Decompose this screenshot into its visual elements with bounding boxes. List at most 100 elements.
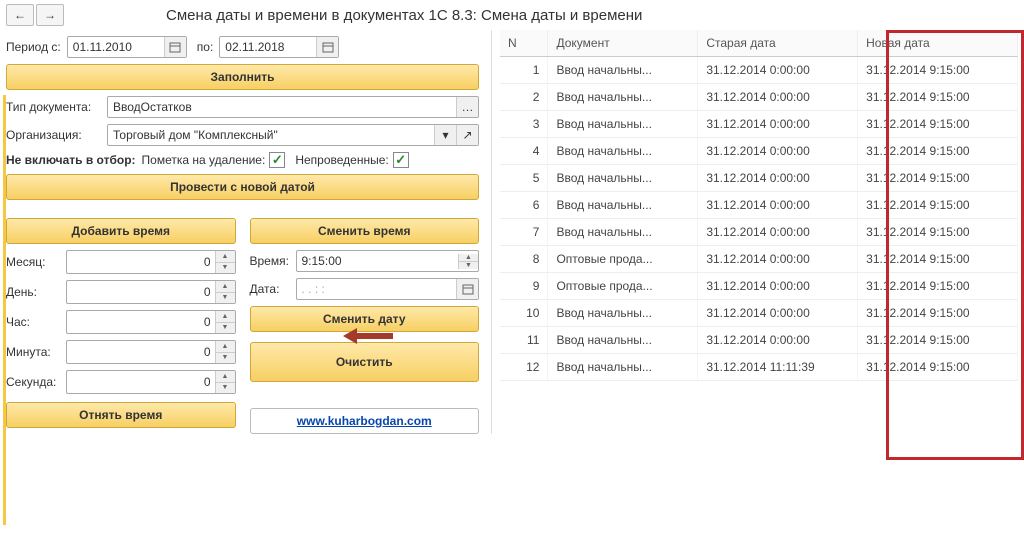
doc-type-input[interactable]: ВводОстатков … bbox=[107, 96, 479, 118]
unposted-checkbox[interactable]: ✓ bbox=[393, 152, 409, 168]
cell-old: 31.12.2014 0:00:00 bbox=[698, 111, 858, 138]
cell-old: 31.12.2014 0:00:00 bbox=[698, 192, 858, 219]
change-time-button[interactable]: Сменить время bbox=[250, 218, 480, 244]
cell-old: 31.12.2014 0:00:00 bbox=[698, 84, 858, 111]
table-row[interactable]: 1Ввод начальны...31.12.2014 0:00:0031.12… bbox=[500, 57, 1018, 84]
cell-doc: Ввод начальны... bbox=[548, 84, 698, 111]
cell-n: 10 bbox=[500, 300, 548, 327]
cell-doc: Ввод начальны... bbox=[548, 57, 698, 84]
cell-doc: Ввод начальны... bbox=[548, 165, 698, 192]
table-row[interactable]: 10Ввод начальны...31.12.2014 0:00:0031.1… bbox=[500, 300, 1018, 327]
cell-old: 31.12.2014 0:00:00 bbox=[698, 57, 858, 84]
calendar-icon[interactable] bbox=[164, 37, 186, 57]
table-row[interactable]: 5Ввод начальны...31.12.2014 0:00:0031.12… bbox=[500, 165, 1018, 192]
table-row[interactable]: 9Оптовые прода...31.12.2014 0:00:0031.12… bbox=[500, 273, 1018, 300]
dropdown-icon[interactable]: ▾ bbox=[434, 125, 456, 145]
month-stepper[interactable]: 0 ▲▼ bbox=[66, 250, 236, 274]
cell-n: 6 bbox=[500, 192, 548, 219]
cell-old: 31.12.2014 0:00:00 bbox=[698, 273, 858, 300]
ellipsis-icon[interactable]: … bbox=[456, 97, 478, 117]
cell-doc: Оптовые прода... bbox=[548, 246, 698, 273]
table-row[interactable]: 3Ввод начальны...31.12.2014 0:00:0031.12… bbox=[500, 111, 1018, 138]
spin-up-icon[interactable]: ▲ bbox=[216, 251, 235, 263]
period-to-input[interactable]: 02.11.2018 bbox=[219, 36, 339, 58]
table-row[interactable]: 2Ввод начальны...31.12.2014 0:00:0031.12… bbox=[500, 84, 1018, 111]
cell-new: 31.12.2014 9:15:00 bbox=[858, 354, 1018, 381]
cell-new: 31.12.2014 9:15:00 bbox=[858, 192, 1018, 219]
accent-strip bbox=[3, 95, 6, 525]
nav-forward-button[interactable]: → bbox=[36, 4, 64, 26]
col-doc-header[interactable]: Документ bbox=[548, 30, 698, 57]
cell-n: 4 bbox=[500, 138, 548, 165]
calendar-icon[interactable] bbox=[316, 37, 338, 57]
spin-up-icon[interactable]: ▲ bbox=[216, 311, 235, 323]
cell-new: 31.12.2014 9:15:00 bbox=[858, 84, 1018, 111]
cell-old: 31.12.2014 0:00:00 bbox=[698, 300, 858, 327]
table-row[interactable]: 6Ввод начальны...31.12.2014 0:00:0031.12… bbox=[500, 192, 1018, 219]
table-row[interactable]: 12Ввод начальны...31.12.2014 11:11:3931.… bbox=[500, 354, 1018, 381]
mark-delete-checkbox[interactable]: ✓ bbox=[269, 152, 285, 168]
col-old-header[interactable]: Старая дата bbox=[698, 30, 858, 57]
spin-up-icon[interactable]: ▲ bbox=[216, 281, 235, 293]
period-from-label: Период с: bbox=[6, 40, 61, 54]
col-n-header[interactable]: N bbox=[500, 30, 548, 57]
month-label: Месяц: bbox=[6, 255, 66, 269]
cell-new: 31.12.2014 9:15:00 bbox=[858, 273, 1018, 300]
site-link[interactable]: www.kuharbogdan.com bbox=[250, 408, 480, 434]
change-date-button[interactable]: Сменить дату bbox=[250, 306, 480, 332]
cell-doc: Ввод начальны... bbox=[548, 192, 698, 219]
cell-doc: Оптовые прода... bbox=[548, 273, 698, 300]
nav-back-button[interactable]: ← bbox=[6, 4, 34, 26]
hour-stepper[interactable]: 0 ▲▼ bbox=[66, 310, 236, 334]
spin-up-icon[interactable]: ▲ bbox=[216, 341, 235, 353]
spin-down-icon[interactable]: ▼ bbox=[216, 383, 235, 394]
period-from-input[interactable]: 01.11.2010 bbox=[67, 36, 187, 58]
minute-label: Минута: bbox=[6, 345, 66, 359]
cell-old: 31.12.2014 0:00:00 bbox=[698, 138, 858, 165]
table-row[interactable]: 4Ввод начальны...31.12.2014 0:00:0031.12… bbox=[500, 138, 1018, 165]
spin-down-icon[interactable]: ▼ bbox=[216, 293, 235, 304]
cell-n: 5 bbox=[500, 165, 548, 192]
clear-button[interactable]: Очистить bbox=[250, 342, 480, 382]
add-time-button[interactable]: Добавить время bbox=[6, 218, 236, 244]
second-stepper[interactable]: 0 ▲▼ bbox=[66, 370, 236, 394]
table-row[interactable]: 7Ввод начальны...31.12.2014 0:00:0031.12… bbox=[500, 219, 1018, 246]
cell-doc: Ввод начальны... bbox=[548, 111, 698, 138]
cell-n: 9 bbox=[500, 273, 548, 300]
cell-new: 31.12.2014 9:15:00 bbox=[858, 246, 1018, 273]
cell-n: 8 bbox=[500, 246, 548, 273]
cell-new: 31.12.2014 9:15:00 bbox=[858, 219, 1018, 246]
day-stepper[interactable]: 0 ▲▼ bbox=[66, 280, 236, 304]
cell-old: 31.12.2014 0:00:00 bbox=[698, 165, 858, 192]
spin-up-icon[interactable]: ▲ bbox=[459, 254, 478, 262]
cell-doc: Ввод начальны... bbox=[548, 300, 698, 327]
page-title: Смена даты и времени в документах 1С 8.3… bbox=[166, 7, 642, 24]
day-label: День: bbox=[6, 285, 66, 299]
time-input[interactable]: 9:15:00 ▲▼ bbox=[296, 250, 480, 272]
spin-up-icon[interactable]: ▲ bbox=[216, 371, 235, 383]
spin-down-icon[interactable]: ▼ bbox=[216, 353, 235, 364]
cell-new: 31.12.2014 9:15:00 bbox=[858, 327, 1018, 354]
date-input[interactable]: . . : : bbox=[296, 278, 480, 300]
open-icon[interactable]: ↗ bbox=[456, 125, 478, 145]
cell-old: 31.12.2014 0:00:00 bbox=[698, 219, 858, 246]
post-button[interactable]: Провести с новой датой bbox=[6, 174, 479, 200]
org-input[interactable]: Торговый дом "Комплексный" ▾ ↗ bbox=[107, 124, 479, 146]
col-new-header[interactable]: Новая дата bbox=[858, 30, 1018, 57]
table-row[interactable]: 11Ввод начальны...31.12.2014 0:00:0031.1… bbox=[500, 327, 1018, 354]
table-row[interactable]: 8Оптовые прода...31.12.2014 0:00:0031.12… bbox=[500, 246, 1018, 273]
spin-down-icon[interactable]: ▼ bbox=[216, 323, 235, 334]
cell-new: 31.12.2014 9:15:00 bbox=[858, 138, 1018, 165]
arrow-right-icon: → bbox=[44, 8, 56, 22]
cell-n: 12 bbox=[500, 354, 548, 381]
cell-n: 2 bbox=[500, 84, 548, 111]
spin-down-icon[interactable]: ▼ bbox=[216, 263, 235, 274]
minute-stepper[interactable]: 0 ▲▼ bbox=[66, 340, 236, 364]
subtract-time-button[interactable]: Отнять время bbox=[6, 402, 236, 428]
documents-table: N Документ Старая дата Новая дата 1Ввод … bbox=[500, 30, 1018, 381]
filter-exclude-label: Не включать в отбор: bbox=[6, 153, 136, 167]
doc-type-label: Тип документа: bbox=[6, 100, 101, 114]
spin-down-icon[interactable]: ▼ bbox=[459, 262, 478, 269]
calendar-icon[interactable] bbox=[456, 279, 478, 299]
fill-button[interactable]: Заполнить bbox=[6, 64, 479, 90]
